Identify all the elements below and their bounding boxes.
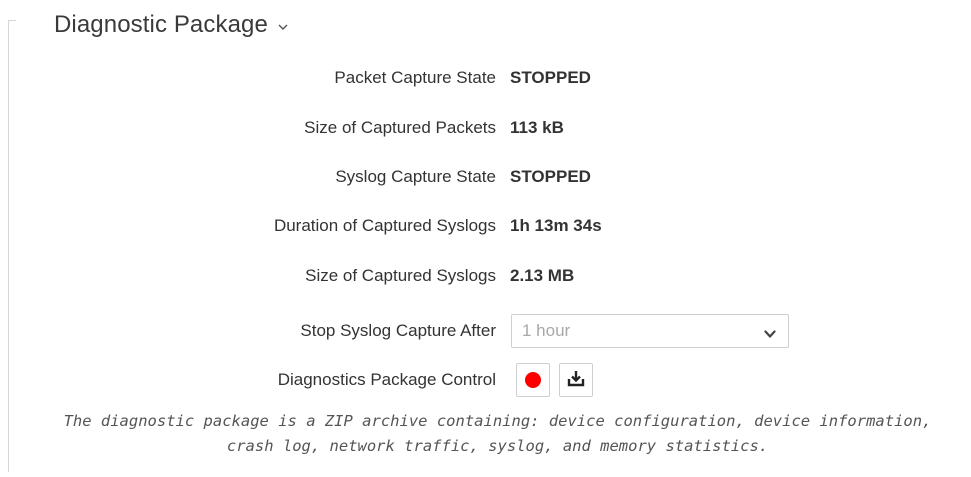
section-header[interactable]: Diagnostic Package bbox=[54, 8, 288, 42]
diagnostic-package-panel: Diagnostic Package Packet Capture State … bbox=[0, 0, 971, 477]
packet-capture-state-label: Packet Capture State bbox=[334, 68, 496, 87]
size-captured-syslogs-label: Size of Captured Syslogs bbox=[305, 266, 496, 285]
size-captured-syslogs-value: 2.13 MB bbox=[510, 266, 575, 285]
download-button[interactable] bbox=[559, 363, 593, 397]
duration-captured-syslogs-label: Duration of Captured Syslogs bbox=[273, 216, 496, 235]
duration-captured-syslogs-value: 1h 13m 34s bbox=[510, 216, 602, 235]
chevron-down-icon bbox=[764, 326, 776, 344]
stop-syslog-selected-value: 1 hour bbox=[522, 321, 571, 340]
record-icon bbox=[525, 372, 541, 388]
section-bracket-tick bbox=[8, 20, 16, 21]
size-captured-packets-label: Size of Captured Packets bbox=[304, 118, 496, 137]
stop-syslog-label: Stop Syslog Capture After bbox=[300, 321, 496, 340]
record-button[interactable] bbox=[516, 363, 550, 397]
packet-capture-state-row: Packet Capture State STOPPED bbox=[0, 63, 971, 93]
chevron-down-icon bbox=[278, 18, 288, 36]
size-captured-packets-row: Size of Captured Packets 113 kB bbox=[0, 113, 971, 143]
section-title: Diagnostic Package bbox=[54, 11, 268, 38]
description-text: The diagnostic package is a ZIP archive … bbox=[63, 412, 932, 455]
stop-syslog-row: Stop Syslog Capture After 1 hour bbox=[0, 314, 971, 348]
stop-syslog-select[interactable]: 1 hour bbox=[511, 314, 789, 348]
syslog-capture-state-label: Syslog Capture State bbox=[335, 167, 496, 186]
syslog-capture-state-value: STOPPED bbox=[510, 167, 591, 186]
syslog-capture-state-row: Syslog Capture State STOPPED bbox=[0, 162, 971, 192]
size-captured-syslogs-row: Size of Captured Syslogs 2.13 MB bbox=[0, 261, 971, 291]
duration-captured-syslogs-row: Duration of Captured Syslogs 1h 13m 34s bbox=[0, 211, 971, 241]
download-icon bbox=[566, 368, 586, 393]
packet-capture-state-value: STOPPED bbox=[510, 68, 591, 87]
size-captured-packets-value: 113 kB bbox=[510, 118, 564, 137]
package-control-row: Diagnostics Package Control bbox=[0, 363, 971, 397]
package-control-label: Diagnostics Package Control bbox=[277, 370, 496, 389]
